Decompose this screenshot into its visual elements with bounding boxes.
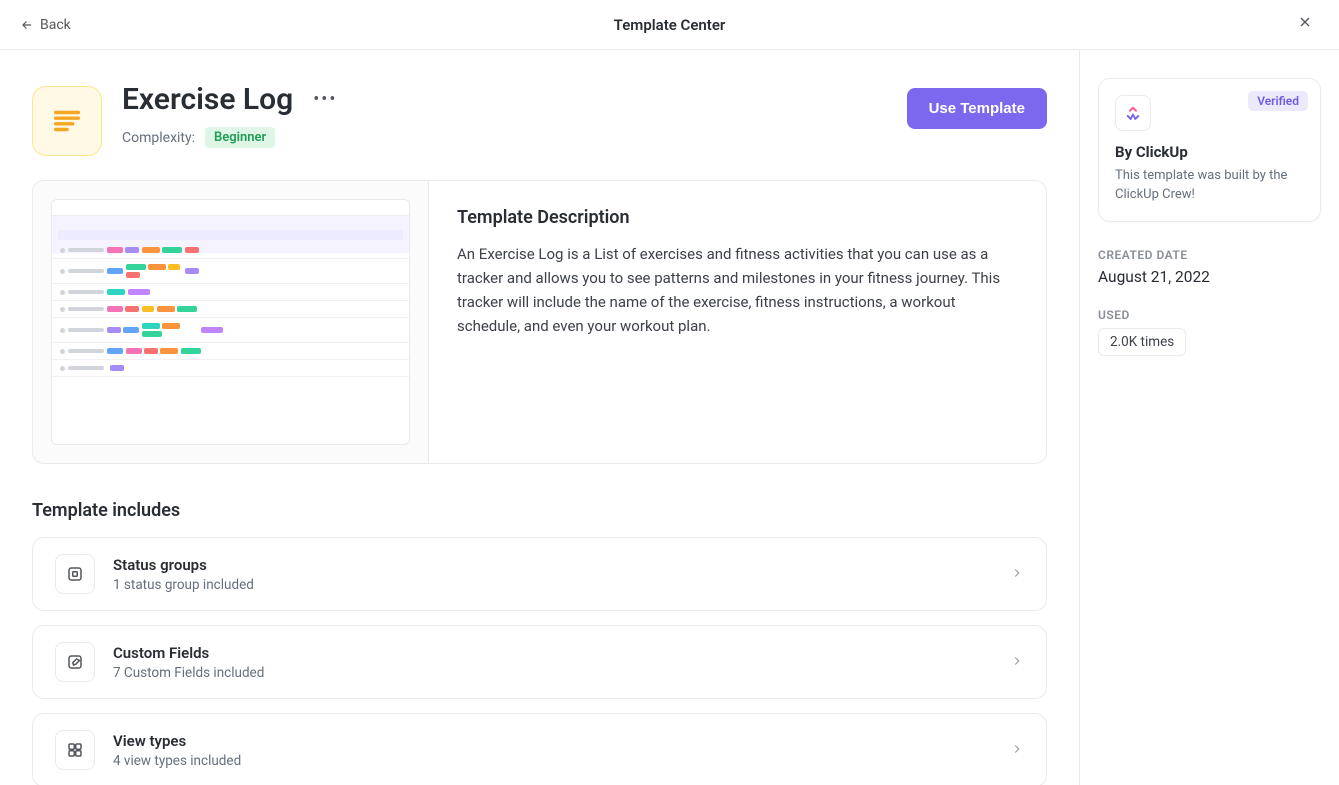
arrow-left-icon bbox=[20, 18, 34, 32]
include-status-groups[interactable]: Status groups 1 status group included bbox=[32, 537, 1047, 611]
description-text: Template Description An Exercise Log is … bbox=[429, 181, 1046, 463]
used-label: USED bbox=[1098, 308, 1321, 322]
chevron-right-icon bbox=[1010, 653, 1024, 672]
template-title-wrap: Exercise Log ••• Complexity: Beginner bbox=[122, 82, 887, 148]
include-title: View types bbox=[113, 732, 992, 750]
template-preview[interactable] bbox=[33, 181, 429, 463]
sidebar: Verified By ClickUp This template was bu… bbox=[1079, 50, 1339, 785]
status-groups-icon bbox=[55, 554, 95, 594]
complexity-badge: Beginner bbox=[205, 127, 275, 148]
used-value: 2.0K times bbox=[1098, 328, 1186, 356]
chevron-right-icon bbox=[1010, 741, 1024, 760]
include-text: View types 4 view types included bbox=[113, 732, 992, 769]
author-card: Verified By ClickUp This template was bu… bbox=[1098, 78, 1321, 222]
template-header: Exercise Log ••• Complexity: Beginner Us… bbox=[32, 82, 1047, 156]
lines-icon bbox=[50, 104, 84, 138]
include-text: Status groups 1 status group included bbox=[113, 556, 992, 593]
includes-heading: Template includes bbox=[32, 500, 1047, 521]
template-preview-image bbox=[51, 199, 410, 445]
close-icon bbox=[1297, 14, 1313, 30]
include-text: Custom Fields 7 Custom Fields included bbox=[113, 644, 992, 681]
chevron-right-icon bbox=[1010, 565, 1024, 584]
layout: Exercise Log ••• Complexity: Beginner Us… bbox=[0, 50, 1339, 785]
include-subtitle: 7 Custom Fields included bbox=[113, 665, 992, 681]
include-subtitle: 4 view types included bbox=[113, 753, 992, 769]
include-title: Custom Fields bbox=[113, 644, 992, 662]
include-subtitle: 1 status group included bbox=[113, 577, 992, 593]
close-button[interactable] bbox=[1291, 8, 1319, 41]
template-title: Exercise Log bbox=[122, 82, 293, 117]
complexity-label: Complexity: bbox=[122, 130, 195, 146]
ellipsis-icon: ••• bbox=[313, 89, 337, 110]
clickup-logo bbox=[1115, 95, 1151, 131]
created-date-label: CREATED DATE bbox=[1098, 248, 1321, 262]
description-card: Template Description An Exercise Log is … bbox=[32, 180, 1047, 464]
topbar: Back Template Center bbox=[0, 0, 1339, 50]
more-button[interactable]: ••• bbox=[309, 85, 341, 114]
custom-fields-icon bbox=[55, 642, 95, 682]
complexity-row: Complexity: Beginner bbox=[122, 127, 887, 148]
include-custom-fields[interactable]: Custom Fields 7 Custom Fields included bbox=[32, 625, 1047, 699]
verified-badge: Verified bbox=[1248, 91, 1308, 111]
back-button[interactable]: Back bbox=[20, 17, 71, 33]
back-label: Back bbox=[40, 17, 71, 33]
use-template-button[interactable]: Use Template bbox=[907, 88, 1047, 129]
author-title: By ClickUp bbox=[1115, 143, 1304, 161]
template-icon bbox=[32, 86, 102, 156]
created-date-value: August 21, 2022 bbox=[1098, 268, 1321, 286]
include-title: Status groups bbox=[113, 556, 992, 574]
description-heading: Template Description bbox=[457, 207, 1018, 228]
main-column: Exercise Log ••• Complexity: Beginner Us… bbox=[0, 50, 1079, 785]
description-body: An Exercise Log is a List of exercises a… bbox=[457, 242, 1018, 338]
view-types-icon bbox=[55, 730, 95, 770]
include-view-types[interactable]: View types 4 view types included bbox=[32, 713, 1047, 785]
clickup-icon bbox=[1124, 104, 1142, 122]
topbar-title: Template Center bbox=[614, 16, 726, 34]
author-description: This template was built by the ClickUp C… bbox=[1115, 167, 1304, 205]
